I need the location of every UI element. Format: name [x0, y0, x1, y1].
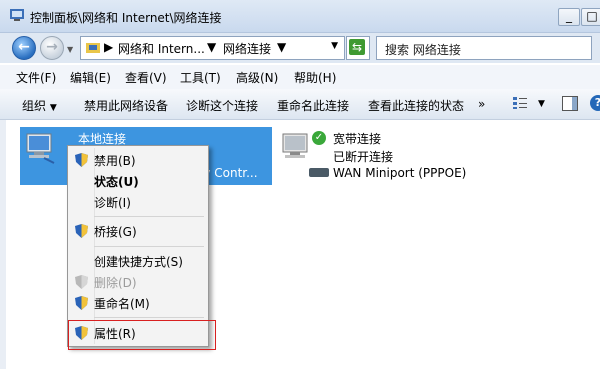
- help-icon[interactable]: ?: [590, 95, 600, 111]
- uac-shield-icon: [75, 275, 88, 289]
- breadcrumb-separator-icon[interactable]: ▼: [277, 40, 286, 54]
- menu-disable[interactable]: 禁用(B): [94, 152, 136, 169]
- broadband-connection-name: 宽带连接: [333, 132, 382, 146]
- menu-separator: [94, 216, 204, 217]
- window-title: 控制面板\网络和 Internet\网络连接: [30, 11, 222, 25]
- context-menu: 禁用(B) 状态(U) 诊断(I) 桥接(G) 创建快捷方式(S) 删除(D) …: [67, 145, 209, 347]
- back-button[interactable]: ←: [12, 36, 36, 60]
- refresh-icon: ⇆: [349, 39, 365, 55]
- menu-edit[interactable]: 编辑(E): [70, 69, 111, 86]
- rename-button[interactable]: 重命名此连接: [277, 97, 349, 114]
- menu-bridge[interactable]: 桥接(G): [94, 223, 137, 240]
- address-field[interactable]: ▶ 网络和 Intern... ▼ 网络连接 ▼ ▼: [80, 36, 345, 60]
- menu-tools[interactable]: 工具(T): [180, 69, 221, 86]
- address-dropdown-icon[interactable]: ▼: [331, 41, 338, 51]
- refresh-button[interactable]: ⇆: [346, 36, 370, 60]
- menu-delete: 删除(D): [94, 276, 137, 290]
- menu-advanced[interactable]: 高级(N): [236, 69, 278, 86]
- menu-help[interactable]: 帮助(H): [294, 69, 336, 86]
- breadcrumb-separator-icon[interactable]: ▼: [207, 40, 216, 54]
- control-panel-icon: [10, 9, 24, 21]
- disable-device-button[interactable]: 禁用此网络设备: [84, 97, 168, 114]
- window-border: [0, 120, 6, 369]
- forward-arrow-icon: →: [46, 39, 58, 55]
- menu-separator: [94, 246, 204, 247]
- search-placeholder: 搜索 网络连接: [385, 43, 461, 57]
- broadband-connection-device: WAN Miniport (PPPOE): [333, 166, 467, 180]
- properties-highlight-box: [68, 320, 216, 350]
- forward-button[interactable]: →: [40, 36, 64, 60]
- organize-label: 组织: [22, 99, 47, 113]
- modem-icon: [309, 168, 329, 177]
- window-titlebar: 控制面板\网络和 Internet\网络连接 _ □: [0, 0, 600, 33]
- breadcrumb-network-connections[interactable]: 网络连接: [223, 40, 271, 57]
- view-dropdown-icon[interactable]: ▼: [538, 99, 545, 109]
- network-folder-icon: [86, 43, 100, 53]
- menu-bar: 文件(F) 编辑(E) 查看(V) 工具(T) 高级(N) 帮助(H): [0, 65, 600, 89]
- network-computer-icon: [26, 133, 55, 164]
- minimize-button[interactable]: _: [558, 8, 580, 26]
- view-status-button[interactable]: 查看此连接的状态: [368, 97, 464, 114]
- search-input[interactable]: 搜索 网络连接: [376, 36, 592, 60]
- connected-check-icon: ✓: [312, 131, 326, 145]
- menu-view[interactable]: 查看(V): [125, 69, 167, 86]
- menu-file[interactable]: 文件(F): [16, 69, 56, 86]
- breadcrumb-separator-icon[interactable]: ▶: [104, 40, 113, 54]
- network-computer-icon: [282, 133, 308, 158]
- uac-shield-icon: [75, 224, 88, 238]
- breadcrumb-network-internet[interactable]: 网络和 Intern...: [118, 40, 205, 57]
- back-arrow-icon: ←: [18, 39, 30, 55]
- menu-separator: [94, 317, 204, 318]
- view-options-icon[interactable]: [513, 97, 527, 109]
- address-bar: ← → ▼ ▶ 网络和 Intern... ▼ 网络连接 ▼ ▼ ⇆ 搜索 网络…: [0, 33, 600, 63]
- diagnose-button[interactable]: 诊断这个连接: [186, 97, 258, 114]
- uac-shield-icon: [75, 153, 88, 167]
- more-commands-button[interactable]: »: [478, 97, 485, 111]
- history-dropdown-icon[interactable]: ▼: [67, 45, 73, 54]
- menu-diagnose[interactable]: 诊断(I): [94, 194, 131, 211]
- broadband-connection-status: 已断开连接: [333, 150, 394, 164]
- uac-shield-icon: [75, 296, 88, 310]
- menu-status[interactable]: 状态(U): [94, 173, 139, 190]
- command-toolbar: 组织 ▼ 禁用此网络设备 诊断这个连接 重命名此连接 查看此连接的状态 » ▼ …: [0, 89, 600, 120]
- organize-button[interactable]: 组织 ▼: [22, 97, 57, 114]
- menu-rename[interactable]: 重命名(M): [94, 295, 150, 312]
- preview-pane-icon[interactable]: [562, 96, 578, 111]
- chevron-down-icon: ▼: [49, 103, 57, 113]
- menu-create-shortcut[interactable]: 创建快捷方式(S): [94, 253, 183, 270]
- maximize-button[interactable]: □: [581, 8, 600, 26]
